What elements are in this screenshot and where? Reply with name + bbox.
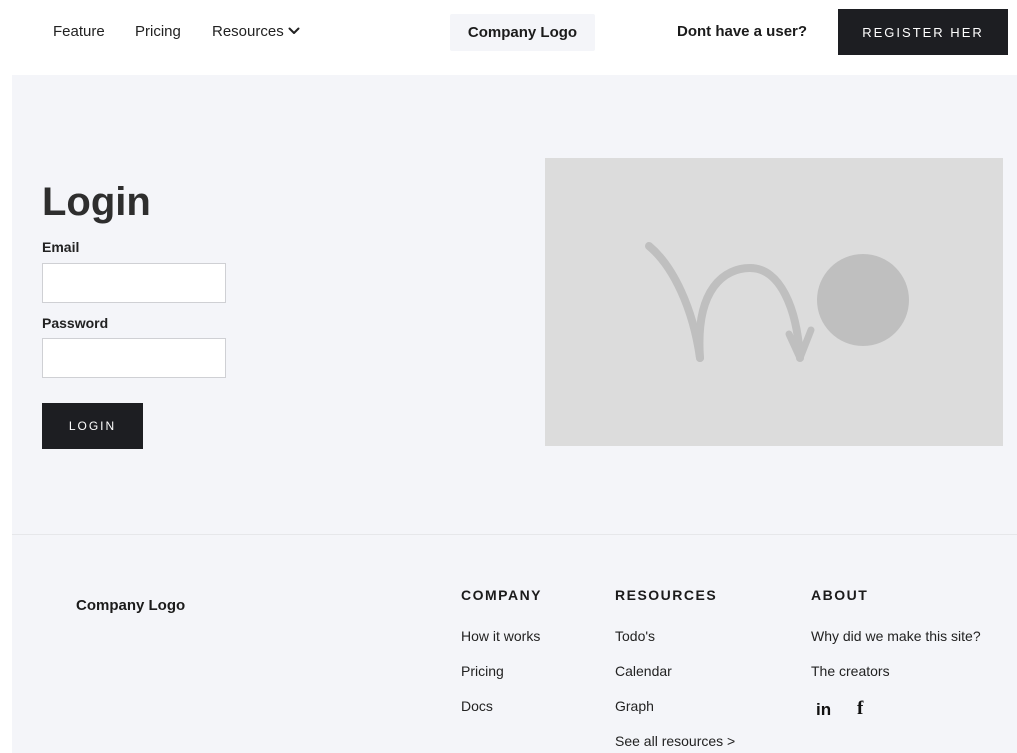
footer-link-pricing[interactable]: Pricing (461, 663, 504, 679)
page-title: Login (42, 180, 151, 224)
footer-link-see-all-resources[interactable]: See all resources > (615, 733, 735, 749)
footer-link-how-it-works[interactable]: How it works (461, 628, 540, 644)
linkedin-icon[interactable]: in (816, 700, 831, 720)
password-label: Password (42, 315, 109, 331)
password-field[interactable] (42, 338, 226, 378)
footer-link-todos[interactable]: Todo's (615, 628, 655, 644)
email-field[interactable] (42, 263, 226, 303)
no-account-text: Dont have a user? (677, 23, 808, 40)
top-navbar: Feature Pricing Resources Company Logo D… (0, 0, 1017, 70)
footer-company-logo[interactable]: Company Logo (76, 597, 185, 614)
nav-link-feature[interactable]: Feature (53, 23, 105, 40)
footer-heading-company: COMPANY (461, 587, 543, 603)
email-label: Email (42, 239, 80, 255)
footer-heading-resources: RESOURCES (615, 587, 718, 603)
footer-heading-about: ABOUT (811, 587, 869, 603)
facebook-icon[interactable]: f (857, 698, 863, 720)
footer-link-why[interactable]: Why did we make this site? (811, 628, 981, 644)
footer-link-creators[interactable]: The creators (811, 663, 890, 679)
hero-image-placeholder (545, 158, 1003, 446)
footer-link-calendar[interactable]: Calendar (615, 663, 672, 679)
chevron-down-icon (288, 27, 300, 34)
footer (12, 535, 1017, 753)
footer-link-docs[interactable]: Docs (461, 698, 493, 714)
nav-dropdown-resources[interactable]: Resources (212, 23, 300, 40)
footer-link-graph[interactable]: Graph (615, 698, 654, 714)
register-button[interactable]: REGISTER HER (838, 9, 1008, 55)
image-placeholder-icon (645, 242, 909, 362)
nav-link-pricing[interactable]: Pricing (135, 23, 181, 40)
company-logo[interactable]: Company Logo (450, 14, 595, 51)
nav-resources-label: Resources (212, 23, 284, 40)
login-button[interactable]: LOGIN (42, 403, 143, 449)
